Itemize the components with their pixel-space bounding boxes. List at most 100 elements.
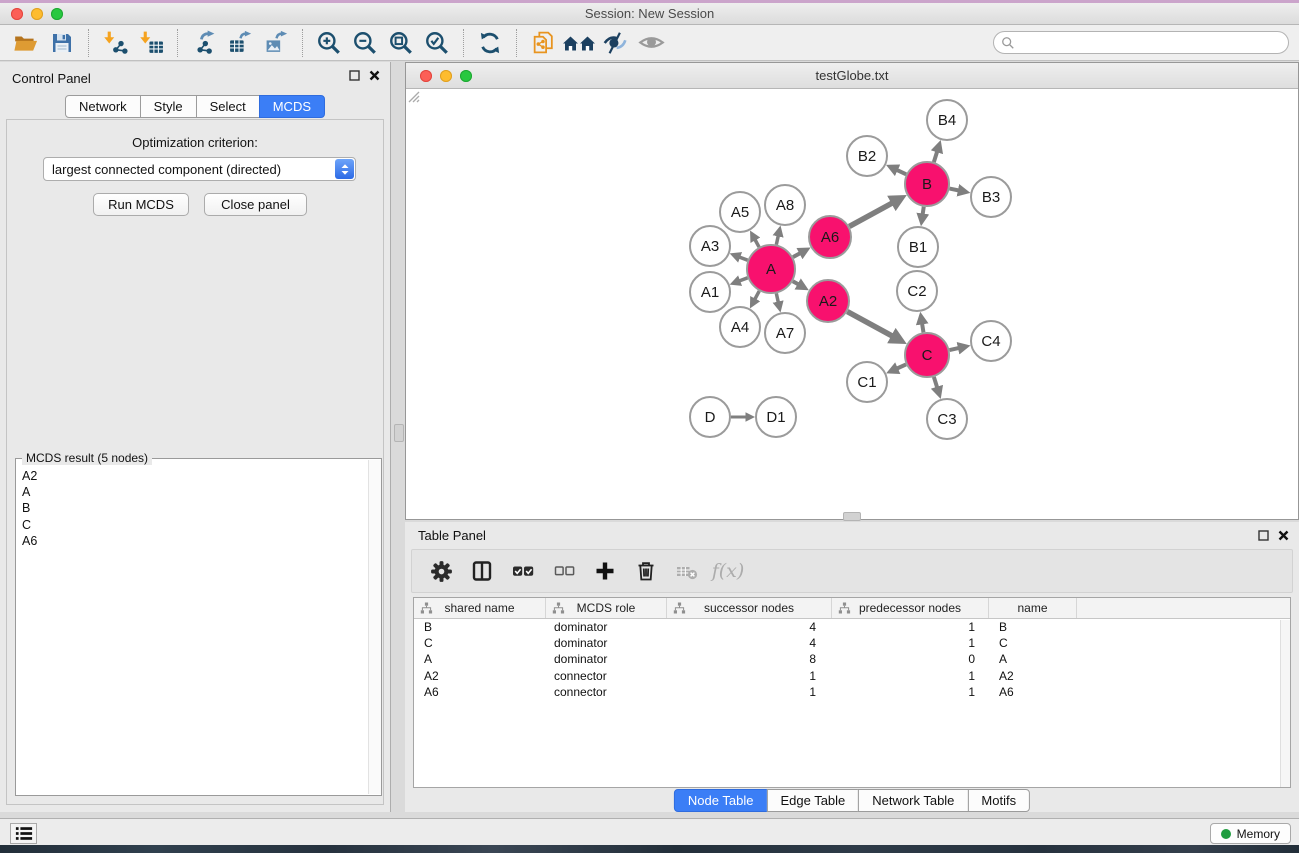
column-visibility-button[interactable] [465,554,499,588]
network-window-titlebar[interactable]: testGlobe.txt [406,63,1298,89]
home-view-button[interactable] [561,28,597,58]
app-titlebar[interactable]: Session: New Session [0,3,1299,25]
refresh-button[interactable] [472,28,508,58]
minimize-network-window-button[interactable] [440,70,452,82]
save-session-button[interactable] [44,28,80,58]
graph-edge-A6-B[interactable] [849,203,893,227]
result-item[interactable]: B [16,500,367,516]
table-options-button[interactable] [424,554,458,588]
graph-edge-A-A1[interactable] [739,278,747,281]
import-network-button[interactable] [97,28,133,58]
result-scrollbar[interactable] [368,460,381,794]
import-table-button[interactable] [133,28,169,58]
column-header-predecessor-nodes[interactable]: predecessor nodes [832,598,989,618]
graph-edge-A-A5[interactable] [755,239,759,247]
node-table: shared name MCDS role successor nodesprede… [413,597,1291,788]
open-file-button[interactable] [8,28,44,58]
tab-select[interactable]: Select [196,95,260,118]
result-item[interactable]: C [16,517,367,533]
select-all-rows-button[interactable] [506,554,540,588]
tab-node-table[interactable]: Node Table [674,789,768,812]
column-header-name[interactable]: name [989,598,1077,618]
list-icon [15,826,33,841]
graph-edge-C-C3[interactable] [934,377,937,388]
table-cell: dominator [546,620,667,634]
graph-edge-A-A2[interactable] [793,281,799,284]
new-session-from-network-button[interactable] [525,28,561,58]
close-table-panel-icon[interactable] [1278,530,1289,541]
close-window-button[interactable] [11,8,23,20]
export-table-button[interactable] [222,28,258,58]
mcds-result-list[interactable]: A2ABCA6 [16,468,367,794]
table-row[interactable]: A2connector11A2 [414,668,1290,684]
table-row[interactable]: Adominator80A [414,651,1290,667]
maximize-window-button[interactable] [51,8,63,20]
zoom-out-button[interactable] [347,28,383,58]
close-panel-button[interactable]: Close panel [204,193,307,216]
tab-mcds[interactable]: MCDS [259,95,325,118]
run-mcds-button[interactable]: Run MCDS [93,193,189,216]
tab-edge-table[interactable]: Edge Table [766,789,859,812]
task-history-button[interactable] [10,823,37,844]
table-cell: A [414,652,546,666]
delete-columns-button[interactable] [629,554,663,588]
network-canvas[interactable]: B4B2BB3A8A5A6A3B1AA1C2A2A4A7C4CC1C3DD1 [406,89,1298,519]
result-item[interactable]: A6 [16,533,367,549]
graph-edge-C-C1[interactable] [897,364,906,368]
search-field[interactable] [993,31,1289,54]
column-header-mcds-role[interactable]: MCDS role [546,598,667,618]
memory-label: Memory [1237,827,1280,841]
graph-edge-B-B1[interactable] [923,207,924,215]
graph-edge-C-C4[interactable] [949,348,959,350]
export-network-button[interactable] [186,28,222,58]
export-image-button[interactable] [258,28,294,58]
graph-node-label: A [766,261,776,278]
hide-graphics-details-button[interactable] [597,28,633,58]
graph-edge-C-C2[interactable] [922,323,923,332]
search-input[interactable] [1015,34,1288,52]
graph-edge-A-A6[interactable] [793,253,800,257]
graph-edge-A-A4[interactable] [755,291,760,299]
tab-network[interactable]: Network [65,95,141,118]
tab-network-table[interactable]: Network Table [858,789,968,812]
table-scrollbar[interactable] [1280,620,1290,787]
graph-edge-B-B2[interactable] [897,170,907,174]
zoom-selected-button[interactable] [419,28,455,58]
close-network-window-button[interactable] [420,70,432,82]
column-header-shared-name[interactable]: shared name [414,598,546,618]
graph-edge-A-A7[interactable] [776,293,778,302]
optimization-criterion-dropdown[interactable]: largest connected component (directed) [43,157,356,181]
tab-motifs[interactable]: Motifs [967,789,1030,812]
table-cell: A2 [989,669,1077,683]
window-resize-grip[interactable] [406,89,420,103]
table-row[interactable]: A6connector11A6 [414,684,1290,700]
maximize-network-window-button[interactable] [460,70,472,82]
minimize-window-button[interactable] [31,8,43,20]
graph-edge-A-A8[interactable] [776,235,778,244]
float-table-panel-icon[interactable] [1258,530,1269,541]
table-cell: A6 [989,685,1077,699]
vertical-split-handle[interactable] [394,424,404,442]
table-row[interactable]: Bdominator41B [414,619,1290,635]
add-column-button[interactable] [588,554,622,588]
zoom-fit-button[interactable] [383,28,419,58]
deselect-all-rows-button[interactable] [547,554,581,588]
result-item[interactable]: A2 [16,468,367,484]
graph-edge-A2-C[interactable] [847,312,892,337]
result-item[interactable]: A [16,484,367,500]
horizontal-split-handle[interactable] [843,512,861,521]
column-header-successor-nodes[interactable]: successor nodes [667,598,832,618]
graph-edge-B-B4[interactable] [934,151,937,162]
memory-button[interactable]: Memory [1210,823,1291,844]
column-header-label: MCDS role [577,601,636,615]
delete-table-button [670,554,704,588]
graph-edge-B-B3[interactable] [950,189,960,191]
table-cell: 1 [832,669,989,683]
zoom-in-button[interactable] [311,28,347,58]
float-panel-icon[interactable] [349,70,360,81]
close-panel-icon[interactable] [369,70,380,81]
table-row[interactable]: Cdominator41C [414,635,1290,651]
graph-edge-A-A3[interactable] [739,257,747,260]
window-controls [11,8,63,20]
tab-style[interactable]: Style [140,95,197,118]
